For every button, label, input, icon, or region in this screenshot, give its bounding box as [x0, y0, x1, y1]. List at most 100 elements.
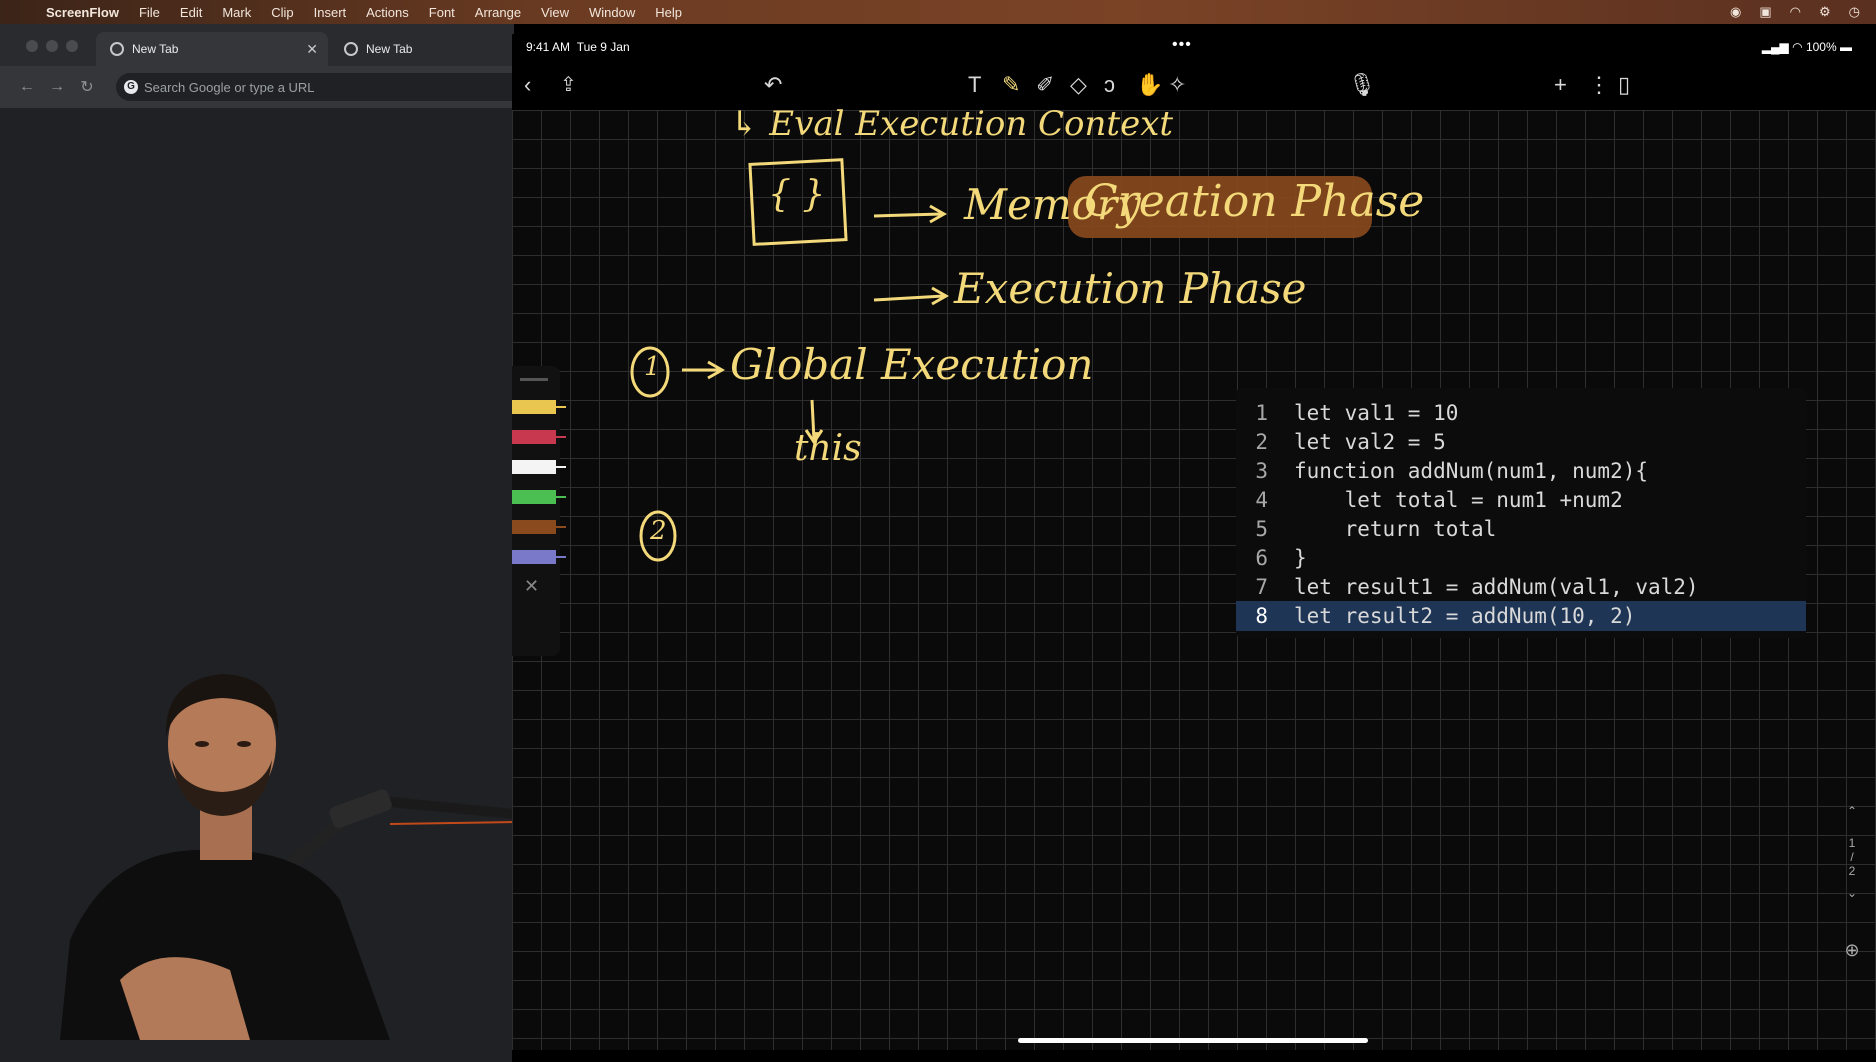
menu-arrange[interactable]: Arrange	[465, 5, 531, 20]
handwriting-execution-phase: Execution Phase	[954, 264, 1307, 313]
menu-edit[interactable]: Edit	[170, 5, 212, 20]
ipad-status-bar: 9:41 AM Tue 9 Jan ••• ▂▄▆ ◠ 100% ▬	[512, 34, 1876, 62]
menu-app-screenflow[interactable]: ScreenFlow	[40, 5, 129, 20]
text-tool-icon[interactable]: T	[968, 72, 981, 98]
home-indicator[interactable]	[1018, 1038, 1368, 1043]
pen-red[interactable]	[512, 430, 566, 444]
menu-insert[interactable]: Insert	[304, 5, 357, 20]
pen-yellow[interactable]	[512, 400, 566, 414]
code-line-4: 4 let total = num1 +num2	[1255, 488, 1623, 512]
clock-icon[interactable]: ◷	[1849, 4, 1860, 20]
status-system-indicators: ▂▄▆ ◠ 100% ▬	[1762, 40, 1852, 54]
menu-help[interactable]: Help	[645, 5, 692, 20]
screen-record-icon[interactable]: ▣	[1759, 4, 1771, 20]
code-text: let result1 = addNum(val1, val2)	[1294, 575, 1699, 599]
pen-green[interactable]	[512, 490, 566, 504]
minimize-window-button[interactable]	[46, 40, 58, 52]
wifi-icon: ◠	[1792, 40, 1803, 54]
webcam-presenter-video	[60, 674, 514, 1040]
menu-clip[interactable]: Clip	[261, 5, 303, 20]
cellular-icon: ▂▄▆	[1761, 40, 1789, 54]
code-text: }	[1294, 546, 1307, 570]
reload-icon[interactable]: ↻	[72, 77, 102, 97]
highlighter-purple[interactable]	[512, 550, 566, 564]
handwriting-this: this	[794, 428, 862, 469]
close-picker-icon[interactable]: ✕	[524, 576, 539, 597]
back-chevron-icon[interactable]: ‹	[524, 72, 531, 98]
code-line-2: 2 let val2 = 5	[1255, 430, 1446, 454]
forward-arrow-icon[interactable]: →	[42, 78, 72, 96]
handwriting-step-1: 1	[644, 352, 661, 382]
close-window-button[interactable]	[26, 40, 38, 52]
code-line-6: 6}	[1255, 546, 1307, 570]
drag-handle[interactable]	[520, 378, 548, 381]
menu-mark[interactable]: Mark	[212, 5, 261, 20]
code-text: let total = num1 +num2	[1294, 488, 1623, 512]
page-navigator: ⌃ 1 / 2 ⌄ ⊕	[1840, 804, 1864, 961]
menubar-status-icons: ◉ ▣ ◠ ⚙ ◷	[1730, 4, 1876, 20]
pen-white[interactable]	[512, 460, 566, 474]
page-overview-icon[interactable]: ▯	[1618, 72, 1630, 98]
battery-icon: ▬	[1840, 40, 1852, 54]
lasso-tool-icon[interactable]: ↄ	[1104, 72, 1115, 98]
code-line-3: 3 function addNum(num1, num2){	[1255, 459, 1649, 483]
highlighter-tool-icon[interactable]: ✐	[1036, 72, 1054, 98]
shapes-tool-icon[interactable]: ✋	[1136, 72, 1163, 98]
code-line-5: 5 return total	[1255, 517, 1497, 541]
wifi-icon[interactable]: ◠	[1790, 4, 1801, 20]
current-page: 1	[1848, 836, 1856, 850]
mic-indicator-icon[interactable]: ◉	[1730, 4, 1741, 20]
zoom-window-button[interactable]	[66, 40, 78, 52]
address-bar[interactable]: G Search Google or type a URL	[116, 73, 514, 101]
pen-color-picker: ✕	[512, 366, 566, 656]
pen-tool-icon[interactable]: ✎	[1002, 72, 1020, 98]
menu-window[interactable]: Window	[579, 5, 645, 20]
browser-tab-1[interactable]: New Tab ✕	[96, 32, 328, 66]
microphone-icon[interactable]: 🎙	[1348, 72, 1376, 98]
screen: ScreenFlow File Edit Mark Clip Insert Ac…	[0, 0, 1876, 1062]
eraser-tool-icon[interactable]: ◇	[1070, 72, 1087, 98]
multitasking-dots-icon[interactable]: •••	[1172, 36, 1192, 54]
menu-actions[interactable]: Actions	[356, 5, 419, 20]
highlighter-brown[interactable]	[512, 520, 566, 534]
add-page-icon[interactable]: +	[1554, 72, 1567, 98]
notes-toolbar: ‹ ⇪ ↶ T ✎ ✐ ◇ ↄ ✋ ✧ 🎙 + ⋮ ▯	[512, 62, 1876, 110]
code-text: let val1 = 10	[1294, 401, 1459, 425]
menu-font[interactable]: Font	[419, 5, 465, 20]
back-arrow-icon[interactable]: ←	[12, 78, 42, 96]
tab-title: New Tab	[132, 42, 179, 56]
menu-view[interactable]: View	[531, 5, 579, 20]
browser-tab-2[interactable]: New Tab	[330, 32, 514, 66]
code-snippet[interactable]: 1 let val1 = 10 2 let val2 = 5 3 function a…	[1236, 388, 1806, 638]
zoom-icon[interactable]: ⊕	[1840, 940, 1864, 961]
code-line-7: 7 let result1 = addNum(val1, val2)	[1255, 575, 1699, 599]
macos-menu-bar: ScreenFlow File Edit Mark Clip Insert Ac…	[0, 0, 1876, 24]
undo-icon[interactable]: ↶	[764, 72, 782, 98]
handwriting-step-2: 2	[650, 516, 667, 546]
browser-tab-strip: New Tab ✕ New Tab	[0, 24, 514, 66]
handwriting-braces: { }	[768, 174, 826, 215]
address-bar-placeholder: Search Google or type a URL	[144, 79, 315, 95]
code-line-1: 1 let val1 = 10	[1255, 401, 1459, 425]
menu-file[interactable]: File	[129, 5, 170, 20]
drawing-canvas[interactable]: ↳ Eval Execution Context { } Memory Crea…	[512, 104, 1876, 1050]
page-separator: /	[1850, 850, 1854, 864]
ipad-notes-app: 9:41 AM Tue 9 Jan ••• ▂▄▆ ◠ 100% ▬ ‹ ⇪ ↶…	[512, 34, 1876, 1062]
page-down-chevron-icon[interactable]: ⌄	[1840, 886, 1864, 900]
chrome-icon	[344, 42, 358, 56]
page-up-chevron-icon[interactable]: ⌃	[1840, 804, 1864, 818]
total-pages: 2	[1848, 864, 1856, 878]
chrome-icon	[110, 42, 124, 56]
handwriting-global-execution: Global Execution	[730, 340, 1094, 389]
code-text: let val2 = 5	[1294, 430, 1446, 454]
close-tab-icon[interactable]: ✕	[306, 41, 318, 58]
share-icon[interactable]: ⇪	[560, 72, 577, 98]
more-options-icon[interactable]: ⋮	[1588, 72, 1610, 98]
code-line-8-highlighted: 8 let result2 = addNum(10, 2)	[1236, 601, 1806, 631]
code-text: return total	[1294, 517, 1497, 541]
laser-pointer-icon[interactable]: ✧	[1168, 72, 1186, 98]
battery-percent: 100%	[1805, 40, 1837, 54]
google-icon: G	[124, 80, 138, 94]
control-center-icon[interactable]: ⚙	[1819, 4, 1831, 20]
code-text: function addNum(num1, num2){	[1294, 459, 1649, 483]
